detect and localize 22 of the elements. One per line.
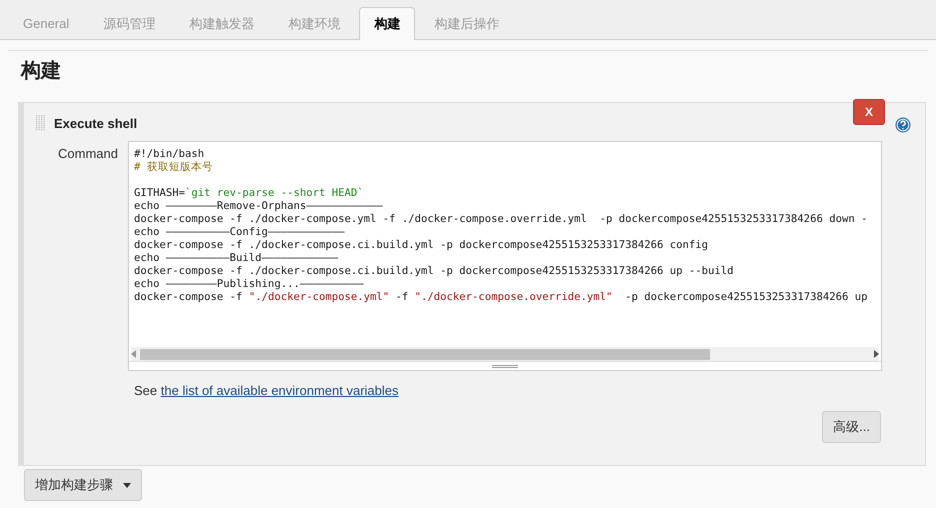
tab[interactable]: 构建触发器 bbox=[174, 7, 270, 40]
scroll-left-icon[interactable] bbox=[131, 350, 137, 358]
tab[interactable]: General bbox=[8, 7, 84, 40]
tab[interactable]: 构建后操作 bbox=[419, 7, 514, 40]
env-variables-link[interactable]: the list of available environment variables bbox=[160, 383, 399, 398]
step-title: Execute shell bbox=[54, 116, 138, 130]
tab[interactable]: 构建环境 bbox=[273, 7, 356, 40]
tab[interactable]: 构建 bbox=[359, 7, 416, 40]
advanced-button[interactable]: 高级... bbox=[822, 411, 881, 443]
help-text: See the list of available environment variables bbox=[134, 383, 400, 398]
horizontal-scrollbar[interactable] bbox=[131, 347, 879, 361]
section-title: 构建 bbox=[21, 59, 62, 84]
command-label: Command bbox=[57, 145, 119, 163]
delete-button[interactable]: X bbox=[853, 99, 885, 125]
help-icon[interactable] bbox=[895, 117, 911, 133]
scroll-right-icon[interactable] bbox=[873, 350, 879, 358]
tab[interactable]: 源码管理 bbox=[88, 7, 170, 40]
resize-grip-icon[interactable] bbox=[492, 364, 518, 368]
drag-handle-icon[interactable] bbox=[36, 115, 46, 131]
command-field[interactable]: #!/bin/bash # 获取短版本号 GITHASH=`git rev-parse --short HEAD` echo ————————Remove-Orphans———————————— docker-compose -f ./docker-compose.yml -f ./docker-compose.override.yml -p dockercompose4255153253317384266 down - echo ——————————Config———————————— docker-compose -f ./docker-compose.ci.build.yml -p dockercompose4255153253317384266 config echo ——————————Build———————————— docker-compose -f ./docker-compose.ci.build.yml -p dockercompose4255153253317384266 up --build echo ————————Publishing...—————————— docker-compose -f "./docker-compose.yml" -f "./docker-compose.override.yml" -p dockercompose4255153253317384266 up bbox=[128, 141, 882, 371]
add-build-step-button[interactable]: 增加构建步骤 bbox=[24, 469, 142, 501]
caret-icon bbox=[123, 482, 131, 488]
